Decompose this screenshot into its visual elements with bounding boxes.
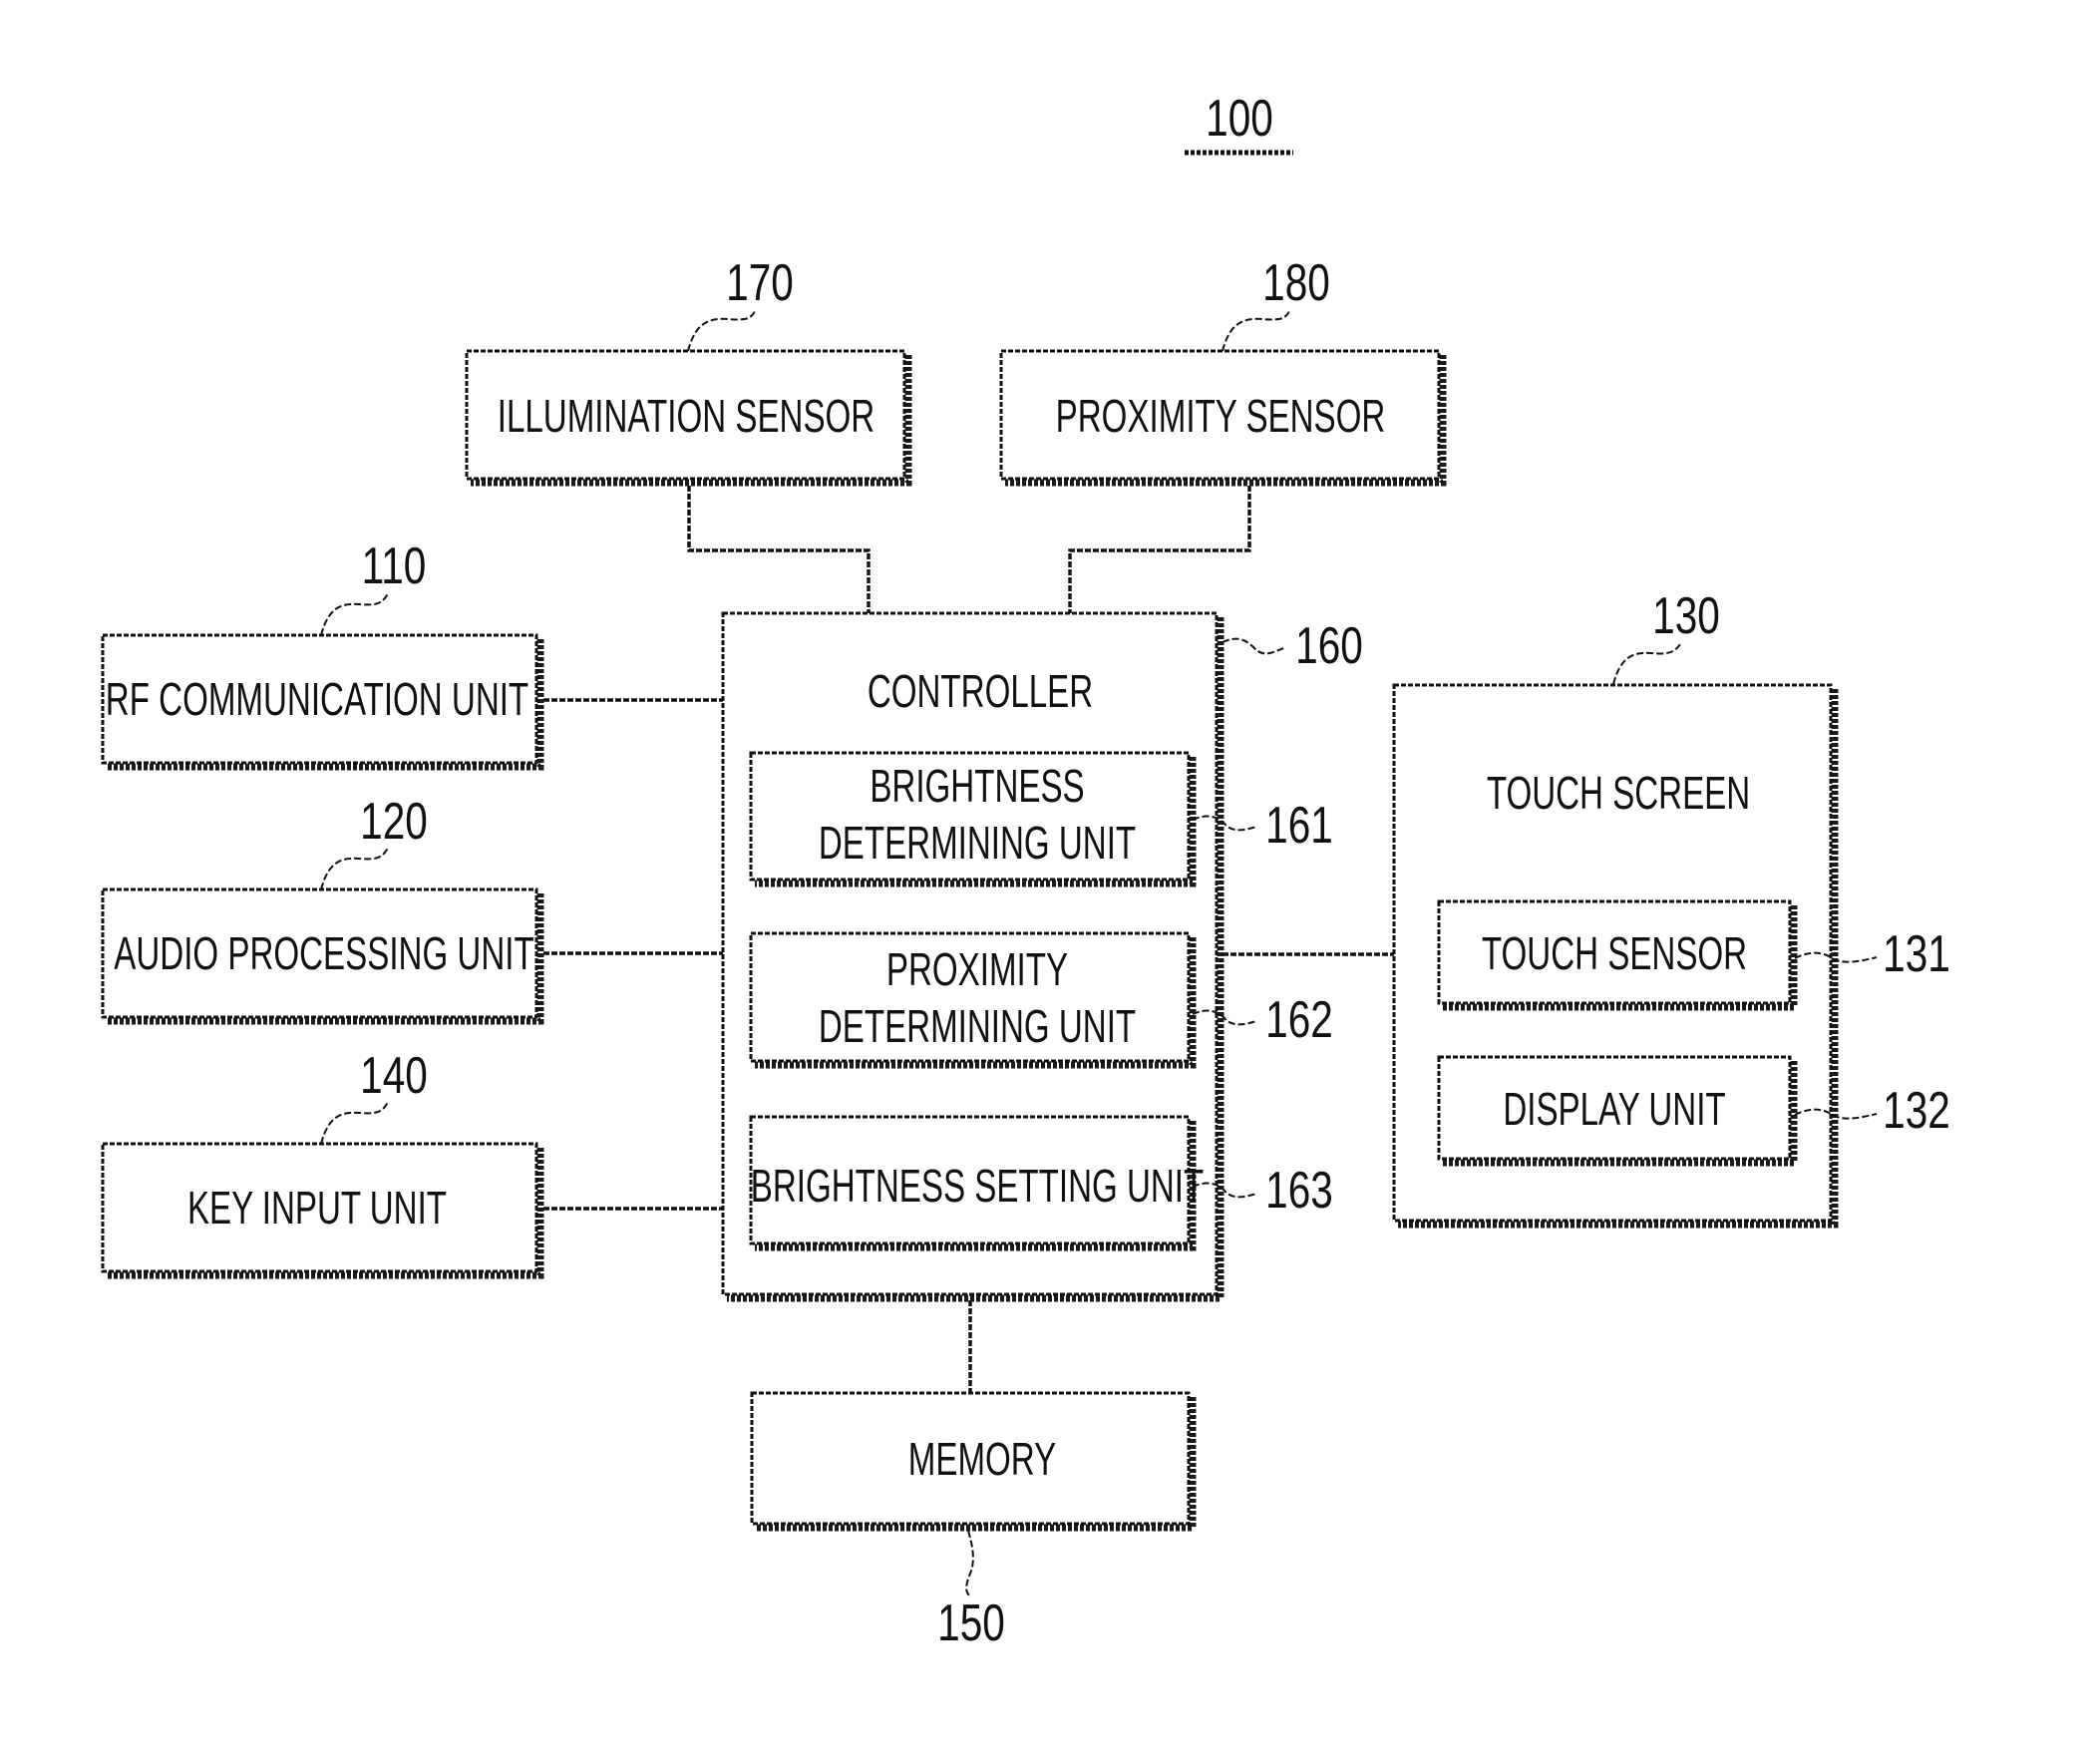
audio-processing-unit-block: AUDIO PROCESSING UNIT [101, 887, 544, 1025]
proximity-determining-unit-label-line2: DETERMINING UNIT [819, 1002, 1136, 1052]
leader-160 [1222, 637, 1287, 655]
display-unit-block: DISPLAY UNIT [1437, 1055, 1798, 1167]
brightness-setting-unit-label: BRIGHTNESS SETTING UNIT [751, 1162, 1204, 1212]
proximity-sensor-block: PROXIMITY SENSOR [999, 349, 1447, 487]
ref-132: 132 [1883, 1081, 1950, 1139]
ref-162: 162 [1265, 990, 1333, 1048]
display-unit-label: DISPLAY UNIT [1503, 1085, 1725, 1135]
connector-illumination-controller [687, 486, 871, 613]
proximity-determining-unit-block: PROXIMITY DETERMINING UNIT [749, 931, 1197, 1069]
ref-140: 140 [360, 1046, 428, 1104]
illumination-sensor-label: ILLUMINATION SENSOR [498, 392, 874, 442]
connector-proximity-controller [1068, 486, 1251, 613]
ref-110: 110 [362, 536, 427, 594]
audio-processing-unit-label: AUDIO PROCESSING UNIT [114, 929, 533, 979]
brightness-determining-unit-label-line2: DETERMINING UNIT [819, 819, 1136, 869]
proximity-determining-unit-label-line1: PROXIMITY [886, 945, 1068, 995]
leader-110 [320, 591, 390, 636]
illumination-sensor-block: ILLUMINATION SENSOR [465, 349, 912, 487]
brightness-determining-unit-label-line1: BRIGHTNESS [870, 762, 1084, 812]
rf-communication-unit-label: RF COMMUNICATION UNIT [106, 675, 528, 725]
ref-130: 130 [1652, 586, 1720, 644]
proximity-sensor-label: PROXIMITY SENSOR [1056, 392, 1386, 442]
brightness-determining-unit-block: BRIGHTNESS DETERMINING UNIT [749, 751, 1197, 887]
ref-160: 160 [1295, 616, 1363, 674]
brightness-setting-unit-block: BRIGHTNESS SETTING UNIT [749, 1115, 1204, 1251]
ref-120: 120 [360, 792, 428, 850]
ref-161: 161 [1265, 796, 1333, 854]
ref-170: 170 [726, 253, 794, 311]
controller-block: CONTROLLER BRIGHTNESS DETERMINING UNIT P… [721, 611, 1224, 1302]
block-diagram: 100 ILLUMINATION SENSOR 170 PROXIMITY SE… [101, 89, 1950, 1651]
leader-170 [687, 308, 757, 352]
key-input-unit-block: KEY INPUT UNIT [101, 1142, 544, 1279]
touch-screen-block: TOUCH SCREEN TOUCH SENSOR DISPLAY UNIT [1392, 683, 1839, 1229]
leader-180 [1222, 308, 1291, 352]
ref-150: 150 [937, 1593, 1005, 1651]
rf-communication-unit-block: RF COMMUNICATION UNIT [101, 633, 544, 771]
key-input-unit-label: KEY INPUT UNIT [187, 1184, 447, 1234]
leader-140 [320, 1100, 390, 1145]
leader-130 [1612, 642, 1682, 685]
touch-sensor-label: TOUCH SENSOR [1482, 929, 1747, 979]
ref-163: 163 [1265, 1161, 1333, 1219]
memory-label: MEMORY [908, 1435, 1056, 1485]
controller-label: CONTROLLER [868, 667, 1093, 717]
leader-150 [965, 1530, 974, 1596]
touch-screen-label: TOUCH SCREEN [1487, 769, 1750, 819]
touch-sensor-block: TOUCH SENSOR [1437, 899, 1798, 1011]
leader-120 [320, 846, 390, 890]
ref-180: 180 [1262, 253, 1330, 311]
memory-block: MEMORY [750, 1391, 1197, 1532]
figure-reference-number: 100 [1206, 89, 1273, 147]
ref-131: 131 [1883, 924, 1950, 982]
